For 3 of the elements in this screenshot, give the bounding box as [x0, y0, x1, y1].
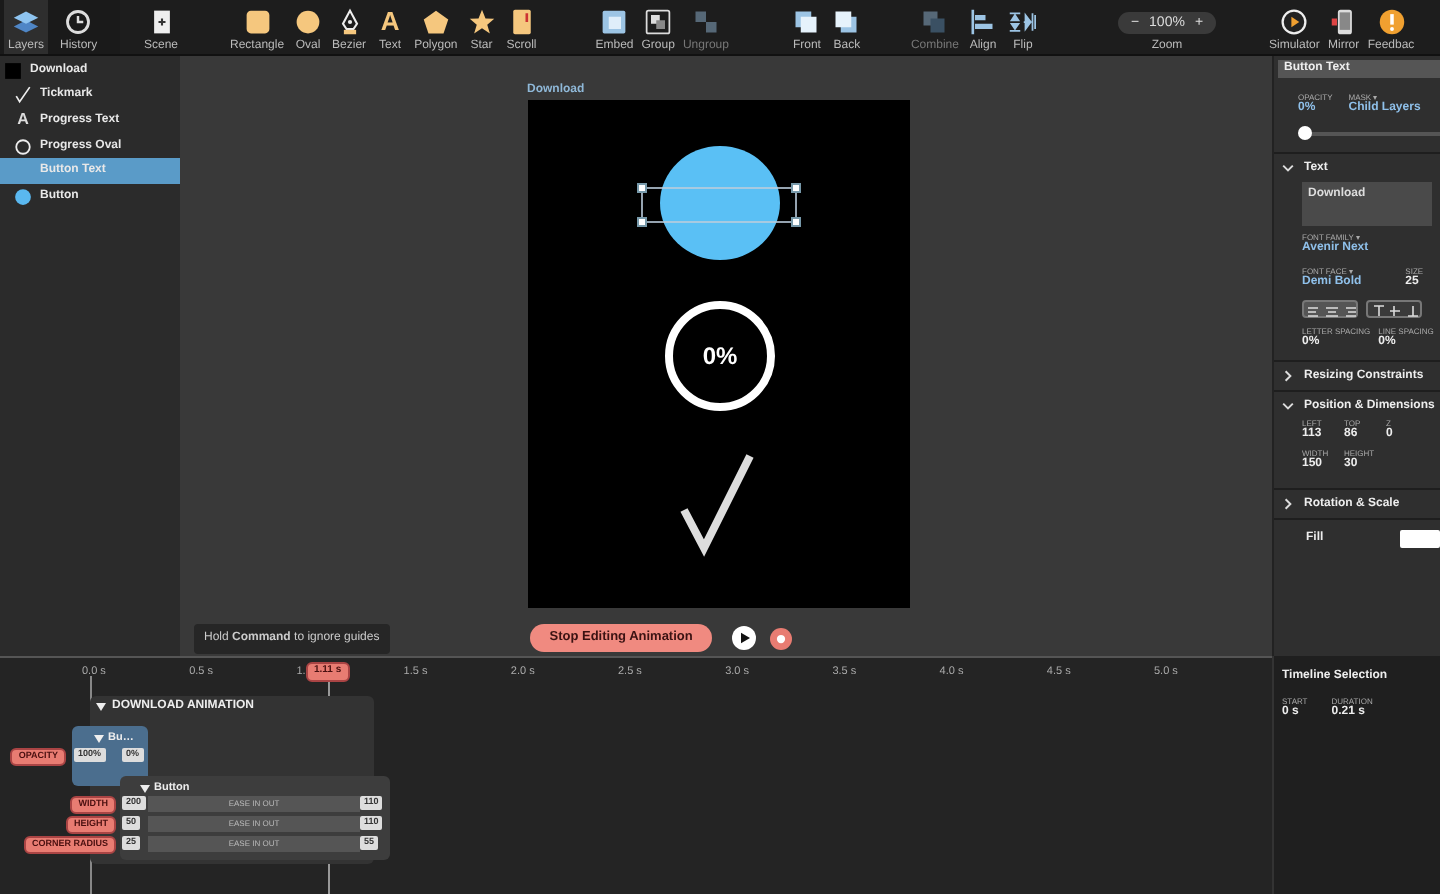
letter-icon: A [14, 111, 32, 130]
progress-text: 0% [701, 342, 737, 370]
letter-icon: A [380, 8, 400, 36]
